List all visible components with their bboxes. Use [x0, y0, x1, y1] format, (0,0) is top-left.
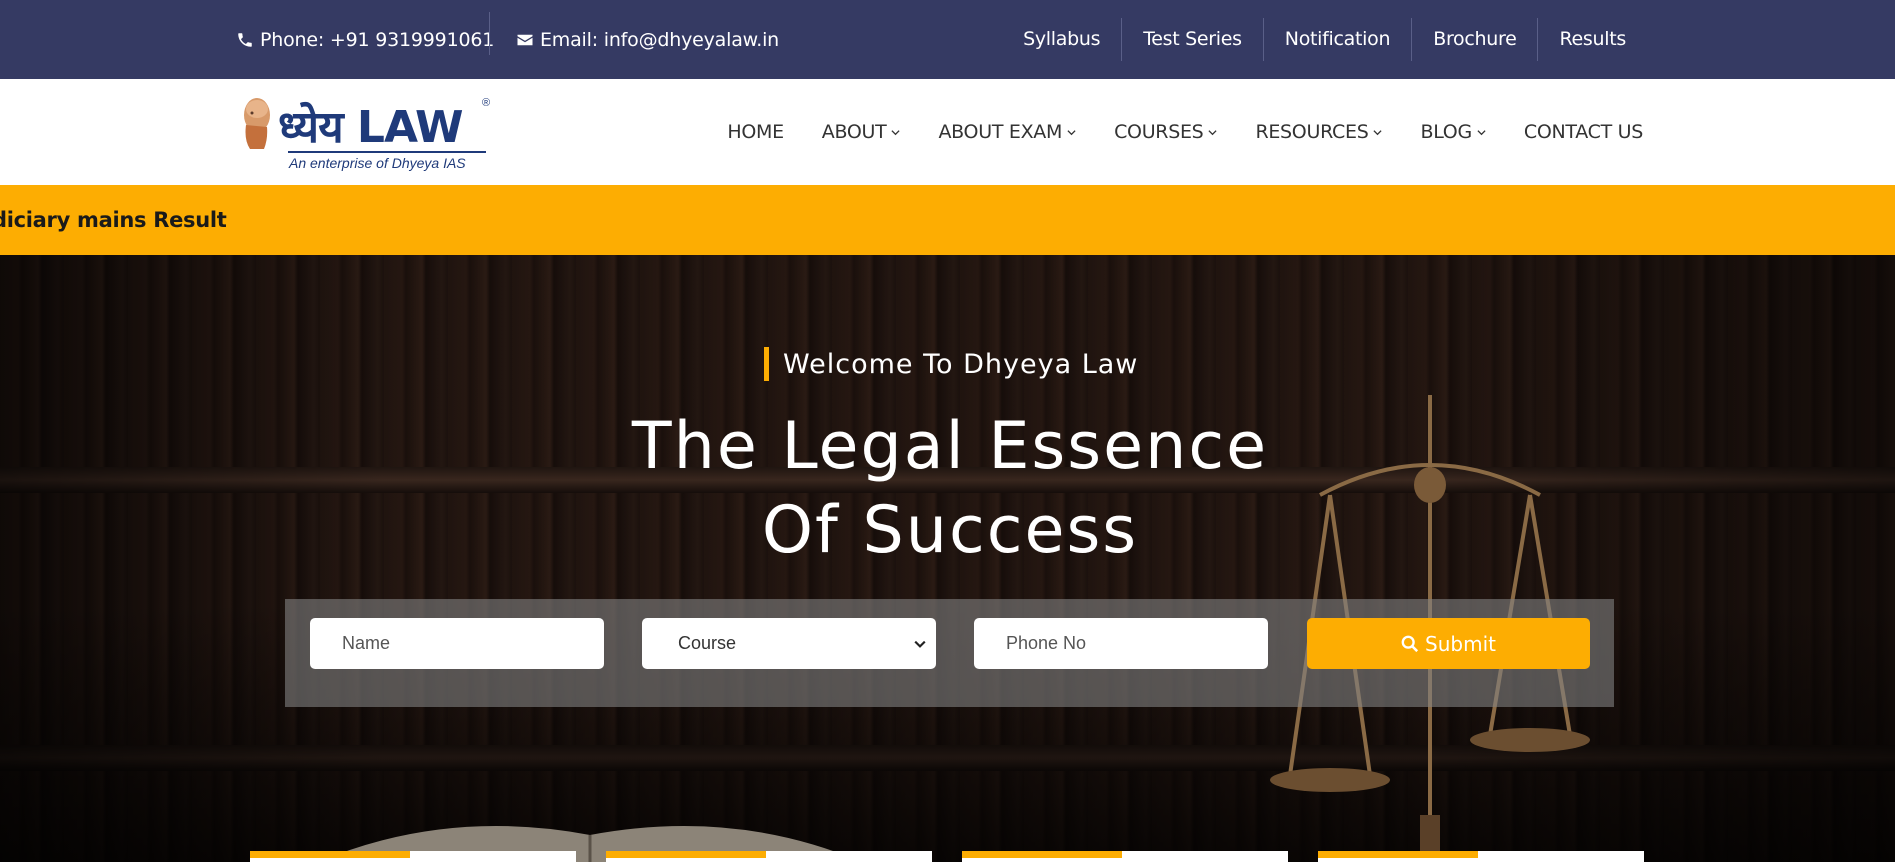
- nav-about-label: ABOUT: [821, 121, 887, 143]
- enquiry-form: Name Course Phone No Submit: [285, 599, 1614, 707]
- search-icon: [1401, 635, 1419, 652]
- feature-cards: [0, 851, 1895, 862]
- nav-resources-label: RESOURCES: [1255, 121, 1369, 143]
- site-logo[interactable]: ध्येय LAW ® An enterprise of Dhyeya IAS: [240, 93, 495, 175]
- toplink-brochure[interactable]: Brochure: [1411, 18, 1537, 61]
- course-select[interactable]: Course: [642, 618, 936, 669]
- news-ticker: diciary mains Result: [0, 185, 1895, 255]
- main-header: ध्येय LAW ® An enterprise of Dhyeya IAS …: [0, 79, 1895, 185]
- name-input[interactable]: Name: [310, 618, 604, 669]
- hero-headline-line1: The Legal Essence: [631, 409, 1269, 484]
- welcome-tagline: Welcome To Dhyeya Law: [764, 347, 1138, 381]
- email-text: Email: info@dhyeyalaw.in: [540, 28, 779, 51]
- name-placeholder: Name: [342, 633, 391, 653]
- phone-text: Phone: +91 9319991061: [260, 28, 495, 51]
- submit-label: Submit: [1425, 631, 1496, 656]
- main-nav: HOME ABOUT ABOUT EXAM COURSES RESOURCES …: [708, 79, 1662, 185]
- hero-headline: The Legal Essence Of Success: [540, 405, 1360, 573]
- nav-about[interactable]: ABOUT: [803, 121, 920, 143]
- nav-contact-us-label: CONTACT US: [1523, 121, 1643, 143]
- course-selected-value: Course: [678, 633, 737, 653]
- nav-home[interactable]: HOME: [708, 121, 802, 143]
- nav-blog-label: BLOG: [1420, 121, 1472, 143]
- chevron-down-icon: [891, 129, 901, 135]
- ticker-text[interactable]: diciary mains Result: [0, 185, 227, 255]
- feature-card[interactable]: [606, 851, 932, 862]
- divider: [489, 12, 490, 55]
- card-accent: [962, 851, 1122, 858]
- card-accent: [606, 851, 766, 858]
- logo-tagline: An enterprise of Dhyeya IAS: [289, 155, 466, 171]
- phone-contact[interactable]: Phone: +91 9319991061: [236, 0, 494, 79]
- email-contact[interactable]: Email: info@dhyeyalaw.in: [516, 0, 779, 79]
- chevron-down-icon: [1067, 129, 1076, 135]
- top-contact-bar: Phone: +91 9319991061 Email: info@dhyeya…: [0, 0, 1895, 79]
- nav-blog[interactable]: BLOG: [1401, 121, 1504, 143]
- nav-contact-us[interactable]: CONTACT US: [1505, 121, 1662, 143]
- accent-bar: [764, 347, 769, 381]
- nav-resources[interactable]: RESOURCES: [1236, 121, 1401, 143]
- toplink-test-series[interactable]: Test Series: [1121, 18, 1263, 61]
- nav-courses-label: COURSES: [1114, 121, 1204, 143]
- phone-icon: [238, 32, 252, 47]
- registered-mark: ®: [482, 97, 491, 109]
- toplink-results[interactable]: Results: [1537, 18, 1647, 61]
- submit-button[interactable]: Submit: [1307, 618, 1590, 669]
- phone-input[interactable]: Phone No: [974, 618, 1268, 669]
- toplink-syllabus[interactable]: Syllabus: [1002, 18, 1121, 61]
- nav-courses[interactable]: COURSES: [1095, 121, 1236, 143]
- phone-placeholder: Phone No: [1006, 633, 1087, 653]
- hero-section: Welcome To Dhyeya Law The Legal Essence …: [0, 255, 1895, 862]
- toplink-notification[interactable]: Notification: [1262, 18, 1411, 61]
- chevron-down-icon: [1373, 129, 1383, 135]
- feature-card[interactable]: [1318, 851, 1644, 862]
- logo-underline: [288, 151, 486, 153]
- card-accent: [1318, 851, 1478, 858]
- chevron-down-icon: [1208, 129, 1218, 135]
- chevron-down-icon: [1477, 129, 1486, 135]
- logo-brand-hindi: ध्येय: [278, 102, 344, 153]
- nav-home-label: HOME: [727, 121, 784, 143]
- hero-headline-line2: Of Success: [761, 493, 1139, 568]
- top-links: Syllabus Test Series Notification Brochu…: [1002, 0, 1647, 79]
- nav-about-exam-label: ABOUT EXAM: [938, 121, 1063, 143]
- logo-head-icon: [244, 98, 270, 149]
- card-accent: [250, 851, 410, 858]
- logo-brand-law: LAW: [356, 102, 464, 153]
- feature-card[interactable]: [962, 851, 1288, 862]
- feature-card[interactable]: [250, 851, 576, 862]
- nav-about-exam[interactable]: ABOUT EXAM: [919, 121, 1095, 143]
- chevron-down-icon: [914, 640, 926, 648]
- logo-brand: ध्येय LAW: [278, 95, 464, 155]
- welcome-text: Welcome To Dhyeya Law: [783, 348, 1139, 380]
- envelope-icon: [517, 34, 533, 45]
